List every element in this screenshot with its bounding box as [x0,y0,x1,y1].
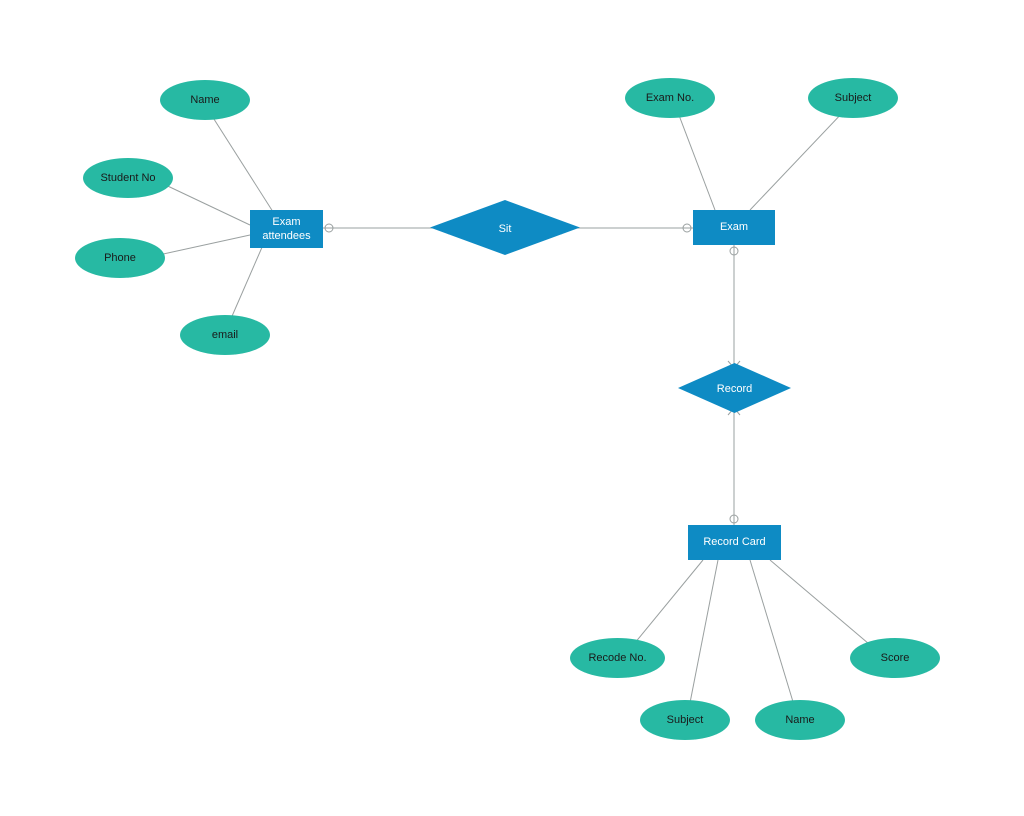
attribute-label: Name [785,714,814,726]
attribute-label: Student No [100,172,155,184]
entity-label: Exam [720,220,748,234]
relationship-label: Record [717,383,752,395]
attribute-recode-no: Recode No. [570,638,665,678]
attribute-label: Score [881,652,910,664]
attribute-label: Name [190,94,219,106]
relationship-label: Sit [499,223,512,235]
entity-label: Examattendees [262,215,310,244]
attribute-rc-name: Name [755,700,845,740]
attribute-label: email [212,329,238,341]
attribute-score: Score [850,638,940,678]
entity-exam: Exam [693,210,775,245]
attribute-label: Subject [667,714,704,726]
attribute-subject: Subject [808,78,898,118]
attribute-label: Subject [835,92,872,104]
entity-exam-attendees: Examattendees [250,210,323,248]
relationship-sit: Sit [430,200,580,255]
attribute-email: email [180,315,270,355]
attribute-rc-subject: Subject [640,700,730,740]
relationship-record: Record [678,363,791,413]
attribute-exam-no: Exam No. [625,78,715,118]
attribute-phone: Phone [75,238,165,278]
attribute-label: Phone [104,252,136,264]
attribute-name: Name [160,80,250,120]
attribute-label: Exam No. [646,92,694,104]
connector-lines [0,0,1024,816]
entity-label: Record Card [703,535,765,549]
attribute-student-no: Student No [83,158,173,198]
attribute-label: Recode No. [588,652,646,664]
entity-record-card: Record Card [688,525,781,560]
